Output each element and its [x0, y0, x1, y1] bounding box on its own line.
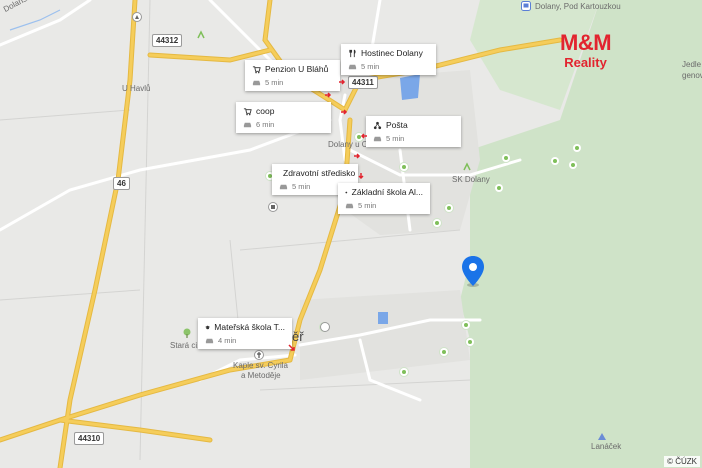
poi-time: 4 min — [218, 336, 237, 345]
park-marker[interactable] — [569, 161, 577, 169]
place-label-sk-dolany: SK Dolany — [452, 175, 490, 184]
poi-pointer-icon — [339, 79, 346, 85]
park-marker[interactable] — [433, 219, 441, 227]
pond — [400, 74, 420, 100]
park-marker[interactable] — [400, 163, 408, 171]
poi-time: 5 min — [361, 62, 380, 71]
place-label-havli: U Havlů — [122, 84, 151, 93]
place-label-metodeje: a Metoděje — [241, 371, 281, 380]
road-badge: 44312 — [152, 34, 183, 47]
stream — [9, 9, 61, 31]
car-icon — [373, 136, 382, 142]
cart-icon — [252, 66, 261, 74]
poi-time: 5 min — [386, 134, 405, 143]
poi-time: 5 min — [265, 78, 284, 87]
brand-logo-text: M&M — [560, 30, 612, 55]
fork-knife-icon — [349, 49, 356, 58]
bus-stop-icon[interactable] — [521, 1, 531, 11]
park-marker[interactable] — [466, 338, 474, 346]
road-badge: 44310 — [74, 432, 105, 445]
village-south-area — [300, 290, 470, 380]
road-badge: 44311 — [348, 76, 378, 89]
road-badge: 46 — [113, 177, 130, 190]
museum-icon[interactable] — [268, 202, 278, 212]
poi-name: Pošta — [386, 120, 408, 130]
poi-time: 6 min — [256, 120, 275, 129]
park-marker[interactable] — [573, 144, 581, 152]
poi-time: 5 min — [292, 182, 311, 191]
car-icon — [252, 80, 261, 86]
cart-icon — [243, 108, 252, 116]
tree-icon[interactable] — [182, 328, 192, 338]
poi-pointer-icon — [288, 344, 295, 351]
brand-logo-sub: Reality — [564, 55, 607, 70]
poi-pointer-icon — [358, 173, 364, 180]
place-label-jedle: Jedle — [682, 60, 702, 69]
map-view[interactable]: Dolanský potok U Havlů Dolany u Ol... SK… — [0, 0, 702, 468]
poi-name: Zdravotní středisko — [283, 168, 356, 178]
poi-name: Základní škola Al... — [351, 187, 423, 197]
poi-name: coop — [256, 106, 275, 116]
car-icon — [243, 122, 252, 128]
place-label-town: ěř — [292, 329, 304, 344]
landmark-icon[interactable] — [597, 431, 607, 441]
location-pin-icon[interactable] — [460, 255, 486, 289]
graduation-cap-icon — [205, 325, 211, 330]
sports-icon[interactable] — [196, 30, 206, 40]
park-marker[interactable] — [462, 321, 470, 329]
poi-card[interactable]: Hostinec Dolany 5 min — [341, 44, 436, 75]
poi-pointer-icon — [325, 92, 332, 98]
poi-time: 5 min — [358, 201, 377, 210]
poi-pointer-icon — [341, 109, 348, 115]
car-icon — [205, 338, 214, 344]
landmark-icon[interactable] — [132, 12, 142, 22]
pond-small — [378, 312, 388, 324]
poi-name: Hostinec Dolany — [361, 48, 423, 58]
place-label-lanacek: Lanáček — [591, 442, 622, 451]
poi-pointer-icon — [360, 133, 367, 139]
park-marker[interactable] — [495, 184, 503, 192]
post-icon — [373, 121, 382, 130]
church-icon[interactable] — [254, 350, 264, 360]
car-icon — [348, 64, 357, 70]
poi-card[interactable]: coop 6 min — [236, 102, 331, 133]
sports-icon[interactable] — [462, 162, 472, 172]
place-label-genov: genov — [682, 71, 702, 80]
poi-name: Penzion U Bláhů — [265, 64, 329, 74]
park-marker[interactable] — [502, 154, 510, 162]
park-marker[interactable] — [445, 204, 453, 212]
poi-card[interactable]: Penzion U Bláhů 5 min — [245, 60, 340, 91]
poi-card[interactable]: Pošta 5 min — [366, 116, 461, 147]
place-label-kaple: Kaple sv. Cyrila — [233, 361, 288, 370]
map-copyright[interactable]: © ČÚZK — [664, 456, 700, 467]
poi-card[interactable]: Základní škola Al... 5 min — [338, 183, 430, 214]
park-marker[interactable] — [551, 157, 559, 165]
poi-card[interactable]: Mateřská škola T... 4 min — [198, 318, 292, 349]
road-number-icon — [320, 322, 330, 332]
brand-logo: M&M Reality — [560, 30, 612, 70]
place-label-bus-stop: Dolany, Pod Kartouzkou — [535, 2, 621, 11]
poi-name: Mateřská škola T... — [214, 322, 285, 332]
car-icon — [345, 203, 354, 209]
poi-pointer-icon — [354, 153, 361, 159]
car-icon — [279, 184, 288, 190]
park-marker[interactable] — [440, 348, 448, 356]
graduation-cap-icon — [345, 191, 348, 194]
park-marker[interactable] — [400, 368, 408, 376]
